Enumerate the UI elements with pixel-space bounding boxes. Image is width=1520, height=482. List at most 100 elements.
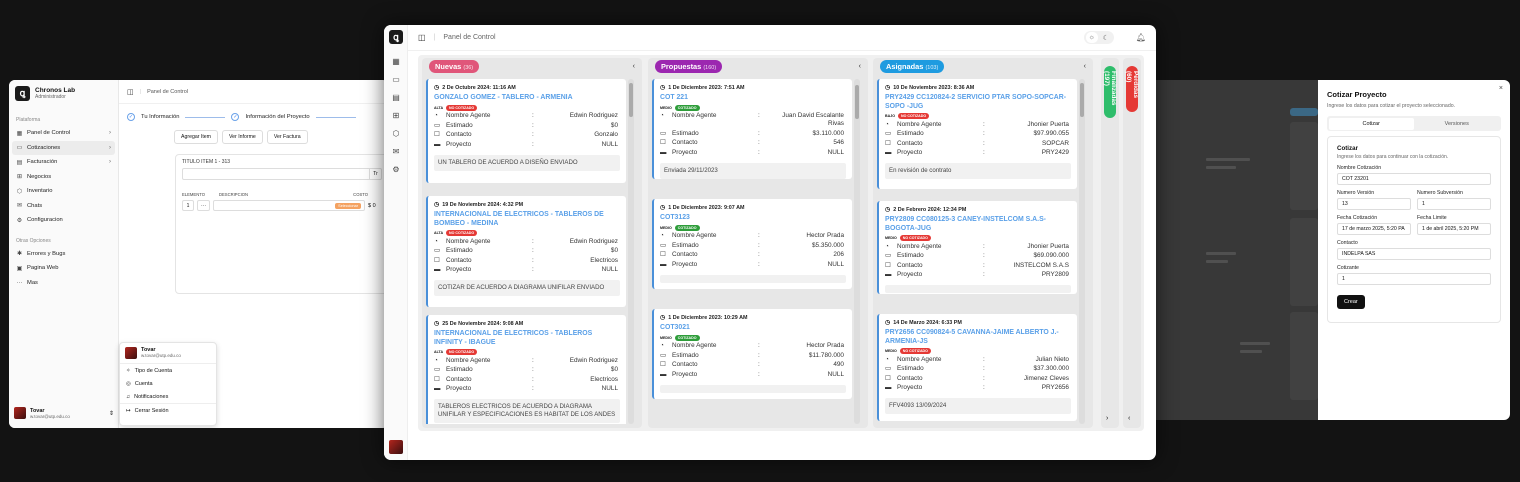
web-icon: ▣ <box>16 265 23 272</box>
moon-icon[interactable]: ☾ <box>1100 32 1112 43</box>
dashboard-icon[interactable]: ▦ <box>384 52 408 70</box>
step-one[interactable]: Tu Información <box>141 114 179 120</box>
grid-icon[interactable]: ⊞ <box>384 106 408 124</box>
sidebar-item-cotizaciones[interactable]: ▭ Cotizaciones › <box>12 140 115 155</box>
chevron-left-icon[interactable]: ‹ <box>859 63 861 70</box>
sidebar-item-configuracion[interactable]: ⚙ Configuracion <box>9 213 118 228</box>
card-title[interactable]: COT 221 <box>660 94 846 103</box>
column-pill[interactable]: Finalizadas (197) <box>1103 66 1117 118</box>
card-title[interactable]: COT3123 <box>660 214 846 223</box>
card-title[interactable]: INTERNACIONAL DE ELECTRICOS - TABLEROS I… <box>434 330 620 347</box>
chevron-left-icon[interactable]: ‹ <box>633 63 635 70</box>
sidebar-toggle-icon[interactable]: ◫ <box>418 33 426 42</box>
column-pill[interactable]: Propuestas (160) <box>655 59 723 73</box>
menu-item-logout[interactable]: ↦ Cerrar Sesión <box>120 403 216 417</box>
theme-toggle[interactable]: ☼ ☾ <box>1083 31 1114 44</box>
column-pill[interactable]: Nuevas (36) <box>429 59 480 73</box>
view-invoice-button[interactable]: Ver Factura <box>266 130 308 144</box>
item-title-input[interactable]: Tr <box>182 168 382 180</box>
kanban-card[interactable]: ◷ 1 De Diciembre 2023: 9:07 AM COT3123 MEDI… <box>652 199 852 289</box>
card-title[interactable]: INTERNACIONAL DE ELECTRICOS - TABLEROS D… <box>434 211 620 228</box>
quantity-field[interactable]: 1 <box>182 200 194 211</box>
card-field-project: ▬ Proyecto: PRY2656 <box>885 384 1069 392</box>
kanban-card[interactable]: ◷ 19 De Noviembre 2024: 4:32 PM INTERNACIO… <box>426 196 626 307</box>
scrollbar-thumb[interactable] <box>629 83 633 117</box>
sun-icon[interactable]: ☼ <box>1085 32 1098 43</box>
scrollbar-thumb[interactable] <box>855 85 859 119</box>
card-title[interactable]: GONZALO GOMEZ - TABLERO - ARMENIA <box>434 94 620 103</box>
scrollbar-thumb[interactable] <box>1080 83 1084 117</box>
kanban-card[interactable]: ◷ 14 De Marzo 2024: 6:33 PM PRY2656 CC0908… <box>877 314 1077 421</box>
avatar[interactable] <box>389 440 403 454</box>
version-input[interactable]: 13 <box>1337 198 1411 210</box>
sidebar-item-inventario[interactable]: ⬡ Inventario <box>9 184 118 199</box>
chronos-logo-icon[interactable]: ꝗ <box>389 30 403 44</box>
folder-icon[interactable]: ▭ <box>384 70 408 88</box>
field-value: Jhonier Puerta <box>1027 242 1069 250</box>
description-field[interactable]: Seleccionar <box>213 200 365 211</box>
card-title[interactable]: PRY2656 CC090824-5 CAVANNA-JAIME ALBERTO… <box>885 329 1071 346</box>
chevron-left-icon[interactable]: ‹ <box>1128 415 1130 422</box>
sidebar-item-chats[interactable]: ✉ Chats <box>9 199 118 214</box>
card-date: ◷ 1 De Diciembre 2023: 7:51 AM <box>660 84 846 92</box>
gear-icon[interactable]: ⚙ <box>384 160 408 178</box>
sidebar-item-negocios[interactable]: ⊞ Negocios <box>9 170 118 185</box>
brand[interactable]: ꝗ Chronos Lab Administrador <box>9 80 118 107</box>
invoice-icon[interactable]: ▤ <box>384 88 408 106</box>
field-value: Edwin Rodriguez <box>569 356 618 364</box>
view-report-button[interactable]: Ver Informe <box>222 130 263 144</box>
sidebar-toggle-icon[interactable]: ◫ <box>127 88 134 96</box>
kanban-card[interactable]: ◷ 1 De Diciembre 2023: 10:29 AM COT3021 MED… <box>652 309 852 399</box>
scrollbar[interactable] <box>628 79 634 424</box>
subversion-input[interactable]: 1 <box>1417 198 1491 210</box>
column-pill[interactable]: Asignadas (103) <box>880 59 945 73</box>
quoter-input[interactable]: 1 <box>1337 273 1491 285</box>
sidebar-item-mas[interactable]: ··· Mas <box>9 276 118 291</box>
more-icon[interactable]: ··· <box>197 200 210 211</box>
close-icon[interactable]: × <box>1499 85 1503 92</box>
column-perdidas[interactable]: Perdidas (60) ‹ <box>1123 58 1141 428</box>
text-format-button[interactable]: Tr <box>369 169 381 179</box>
card-field-contact: ☐ Contacto: Jimenez Cleves <box>885 374 1069 382</box>
scrollbar[interactable] <box>1079 79 1085 424</box>
card-title[interactable]: PRY2429 CC120824-2 SERVICIO PTAR SOPO-SO… <box>885 94 1071 111</box>
chevron-right-icon[interactable]: › <box>1106 415 1108 422</box>
field-value: $11.780.000 <box>808 351 844 359</box>
create-button[interactable]: Crear <box>1337 295 1365 309</box>
box-icon[interactable]: ⬡ <box>384 124 408 142</box>
limit-date-input[interactable]: 1 de abril 2025, 5:20 PM <box>1417 223 1491 235</box>
quote-name-input[interactable]: COT 23201 <box>1337 173 1491 185</box>
card-title[interactable]: PRY2809 CC080125-3 CANEY-INSTELCOM S.A.S… <box>885 216 1071 233</box>
chevron-left-icon[interactable]: ‹ <box>1084 63 1086 70</box>
menu-item-notifications[interactable]: ♫ Notificaciones <box>120 390 216 403</box>
kanban-card[interactable]: ◷ 10 De Noviembre 2023: 8:36 AM PRY2429 CC… <box>877 79 1077 189</box>
kanban-card[interactable]: ◷ 2 De Octubre 2024: 11:16 AM GONZALO GOME… <box>426 79 626 183</box>
kanban-card[interactable]: ◷ 2 De Febrero 2024: 12:34 PM PRY2809 CC08… <box>877 201 1077 294</box>
step-two[interactable]: Información del Proyecto <box>245 114 309 120</box>
column-finalizadas[interactable]: Finalizadas (197) › <box>1101 58 1119 428</box>
contact-input[interactable]: INDELPA SAS <box>1337 248 1491 260</box>
card-title[interactable]: COT3021 <box>660 324 846 333</box>
column-header: COSTO <box>353 192 368 197</box>
agent-icon: ◔ <box>434 237 438 245</box>
sidebar-item-errores[interactable]: ✱ Errores y Bugs <box>9 247 118 262</box>
bell-icon[interactable]: 🔔︎ <box>1136 33 1146 42</box>
user-footer[interactable]: Tovar w.tovar@utp.edu.co ⇕ <box>14 407 114 419</box>
quote-date-input[interactable]: 17 de marzo 2025, 5:20 PA <box>1337 223 1411 235</box>
table-row: 1 ··· Seleccionar $ 0 <box>182 200 382 211</box>
sidebar-item-panel[interactable]: ▦ Panel de Control › <box>9 126 118 141</box>
add-item-button[interactable]: Agregar Item <box>174 130 218 144</box>
kanban-card[interactable]: ◷ 25 De Noviembre 2024: 9:08 AM INTERNACIO… <box>426 315 626 424</box>
scrollbar[interactable] <box>854 79 860 424</box>
sidebar-item-pagina-web[interactable]: ▣ Pagina Web <box>9 261 118 276</box>
chat-icon[interactable]: ✉ <box>384 142 408 160</box>
menu-item-account[interactable]: ◎ Cuenta <box>120 377 216 390</box>
select-button[interactable]: Seleccionar <box>335 202 361 209</box>
kanban-card[interactable]: ◷ 1 De Diciembre 2023: 7:51 AM COT 221 MEDI… <box>652 79 852 179</box>
menu-item-account-type[interactable]: ✧ Tipo de Cuenta <box>120 364 216 377</box>
tab-cotizar[interactable]: Cotizar <box>1328 117 1414 130</box>
tab-versiones[interactable]: Versiones <box>1414 118 1500 130</box>
sidebar-item-facturacion[interactable]: ▤ Facturación › <box>9 155 118 170</box>
column-pill[interactable]: Perdidas (60) <box>1125 66 1139 112</box>
center-topbar: ◫ | Panel de Control ☼ ☾ 🔔︎ <box>408 25 1156 51</box>
